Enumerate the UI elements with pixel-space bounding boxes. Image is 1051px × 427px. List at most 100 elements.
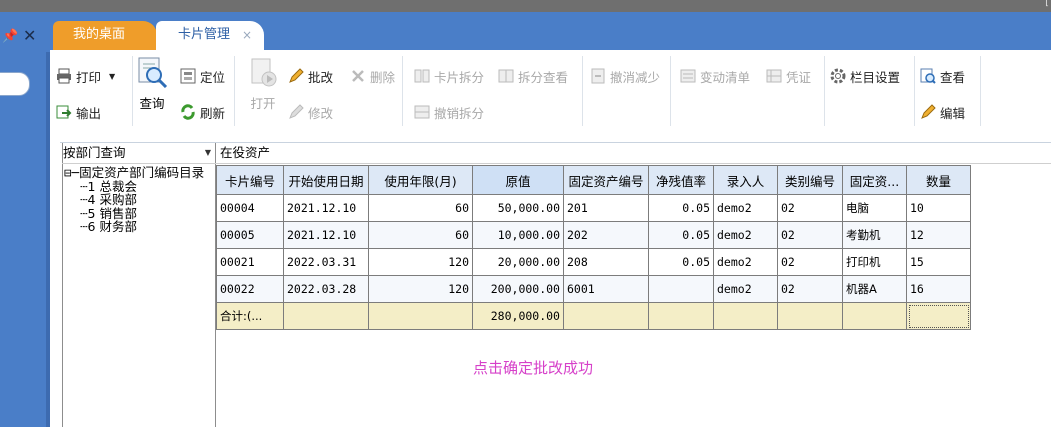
column-header[interactable]: 卡片编号 [216, 165, 284, 195]
cell[interactable]: 15 [906, 248, 971, 276]
cell[interactable]: 120 [368, 248, 473, 276]
cell[interactable]: 00022 [216, 275, 284, 303]
tab-my-desktop[interactable]: 我的桌面 [53, 21, 157, 50]
table-row[interactable]: 00022 2022.03.28 120 200,000.00 6001 dem… [216, 275, 971, 303]
column-header[interactable]: 原值 [472, 165, 564, 195]
cell[interactable]: 0.05 [648, 248, 714, 276]
cell[interactable]: 20,000.00 [472, 248, 564, 276]
column-header[interactable]: 录入人 [713, 165, 778, 195]
tree-node[interactable]: ┄4 采购部 [64, 193, 204, 207]
export-button[interactable]: 输出 [56, 101, 101, 123]
cell[interactable]: 201 [563, 194, 649, 222]
delete-button[interactable]: 删除 [350, 65, 395, 87]
dept-query-select[interactable]: 按部门查询 ▼ [63, 144, 213, 161]
cell[interactable]: 电脑 [842, 194, 907, 222]
cell[interactable]: 208 [563, 248, 649, 276]
table-row[interactable]: 00021 2022.03.31 120 20,000.00 208 0.05 … [216, 248, 971, 276]
column-header[interactable]: 固定资产编号 [563, 165, 649, 195]
locate-label: 定位 [200, 69, 226, 85]
cell[interactable]: 00005 [216, 221, 284, 249]
tab-close-icon[interactable]: × [242, 21, 252, 49]
cell[interactable]: 00021 [216, 248, 284, 276]
left-search-input[interactable] [0, 72, 30, 96]
pin-icon[interactable]: 📌 [2, 29, 18, 44]
view-button[interactable]: 查看 [920, 65, 965, 87]
cell[interactable]: 机器A [842, 275, 907, 303]
collapse-icon[interactable]: ⊟─ [64, 165, 79, 180]
approve-change-button[interactable]: 批改 [288, 65, 333, 87]
chevron-down-icon[interactable]: ▼ [205, 144, 211, 161]
tree-root[interactable]: ⊟─固定资产部门编码目录 [64, 166, 204, 180]
cell[interactable]: demo2 [713, 194, 778, 222]
edit-button[interactable]: 编辑 [920, 101, 965, 123]
cell[interactable]: 02 [777, 275, 843, 303]
cell[interactable]: 打印机 [842, 248, 907, 276]
refresh-label: 刷新 [200, 105, 226, 121]
tree-node[interactable]: ┄1 总裁会 [64, 180, 204, 194]
modify-button[interactable]: 修改 [288, 101, 333, 123]
column-header[interactable]: 开始使用日期 [283, 165, 369, 195]
table-row[interactable]: 00004 2021.12.10 60 50,000.00 201 0.05 d… [216, 194, 971, 222]
cell[interactable]: demo2 [713, 221, 778, 249]
content-area: 按部门查询 ▼ 在役资产 ⊟─固定资产部门编码目录 ┄1 总裁会 ┄4 采购部 … [50, 130, 1051, 427]
cell[interactable]: 2022.03.31 [283, 248, 369, 276]
cell[interactable]: 00004 [216, 194, 284, 222]
view-label: 查看 [940, 69, 966, 85]
cell[interactable]: 6001 [563, 275, 649, 303]
cell[interactable]: 2021.12.10 [283, 221, 369, 249]
cell[interactable]: 02 [777, 194, 843, 222]
split-view-button[interactable]: 拆分查看 [498, 65, 568, 87]
tab-card-management[interactable]: 卡片管理 × [156, 21, 264, 50]
cell[interactable]: 10 [906, 194, 971, 222]
locate-button[interactable]: 定位 [180, 65, 225, 87]
print-button[interactable]: 打印 ▼ [56, 65, 115, 87]
list-icon [680, 68, 696, 84]
column-settings-button[interactable]: 栏目设置 [830, 65, 900, 87]
summary-label: 合计:(... [216, 302, 284, 330]
refresh-icon [180, 104, 196, 120]
cell[interactable]: 0.05 [648, 221, 714, 249]
column-header[interactable]: 类别编号 [777, 165, 843, 195]
summary-total: 280,000.00 [472, 302, 564, 330]
open-button[interactable]: 打开 [244, 56, 282, 112]
column-header[interactable]: 数量 [906, 165, 971, 195]
cell[interactable]: 2022.03.28 [283, 275, 369, 303]
focused-cell[interactable] [906, 302, 971, 330]
cell[interactable]: 02 [777, 221, 843, 249]
tree-node[interactable]: ┄5 销售部 [64, 207, 204, 221]
voucher-button[interactable]: 凭证 [766, 65, 811, 87]
close-icon[interactable]: ✕ [23, 26, 36, 45]
window-top-strip: [ [0, 0, 1051, 12]
cell[interactable]: 60 [368, 221, 473, 249]
left-dock-panel: 📌 ✕ [0, 12, 50, 427]
print-label: 打印 [76, 69, 102, 85]
cell[interactable]: 60 [368, 194, 473, 222]
cell[interactable]: 202 [563, 221, 649, 249]
cell[interactable]: 考勤机 [842, 221, 907, 249]
cell[interactable]: 50,000.00 [472, 194, 564, 222]
split-card-button[interactable]: 卡片拆分 [414, 65, 484, 87]
table-row[interactable]: 00005 2021.12.10 60 10,000.00 202 0.05 d… [216, 221, 971, 249]
cell[interactable]: 2021.12.10 [283, 194, 369, 222]
cell[interactable]: demo2 [713, 275, 778, 303]
cell[interactable]: demo2 [713, 248, 778, 276]
change-list-button[interactable]: 变动清单 [680, 65, 750, 87]
undo-split-label: 撤销拆分 [434, 105, 485, 121]
cell[interactable]: 02 [777, 248, 843, 276]
column-header[interactable]: 固定资... [842, 165, 907, 195]
cell[interactable]: 12 [906, 221, 971, 249]
column-header[interactable]: 净残值率 [648, 165, 714, 195]
split-view-label: 拆分查看 [518, 69, 569, 85]
refresh-button[interactable]: 刷新 [180, 101, 225, 123]
tree-node[interactable]: ┄6 财务部 [64, 220, 204, 234]
cell[interactable] [648, 275, 714, 303]
column-header[interactable]: 使用年限(月) [368, 165, 473, 195]
cell[interactable]: 120 [368, 275, 473, 303]
cell[interactable]: 0.05 [648, 194, 714, 222]
cell[interactable]: 16 [906, 275, 971, 303]
query-button[interactable]: 查询 [136, 56, 168, 112]
cell[interactable]: 10,000.00 [472, 221, 564, 249]
cell[interactable]: 200,000.00 [472, 275, 564, 303]
undo-split-button[interactable]: 撤销拆分 [414, 101, 484, 123]
undo-reduce-button[interactable]: 撤消减少 [590, 65, 660, 87]
